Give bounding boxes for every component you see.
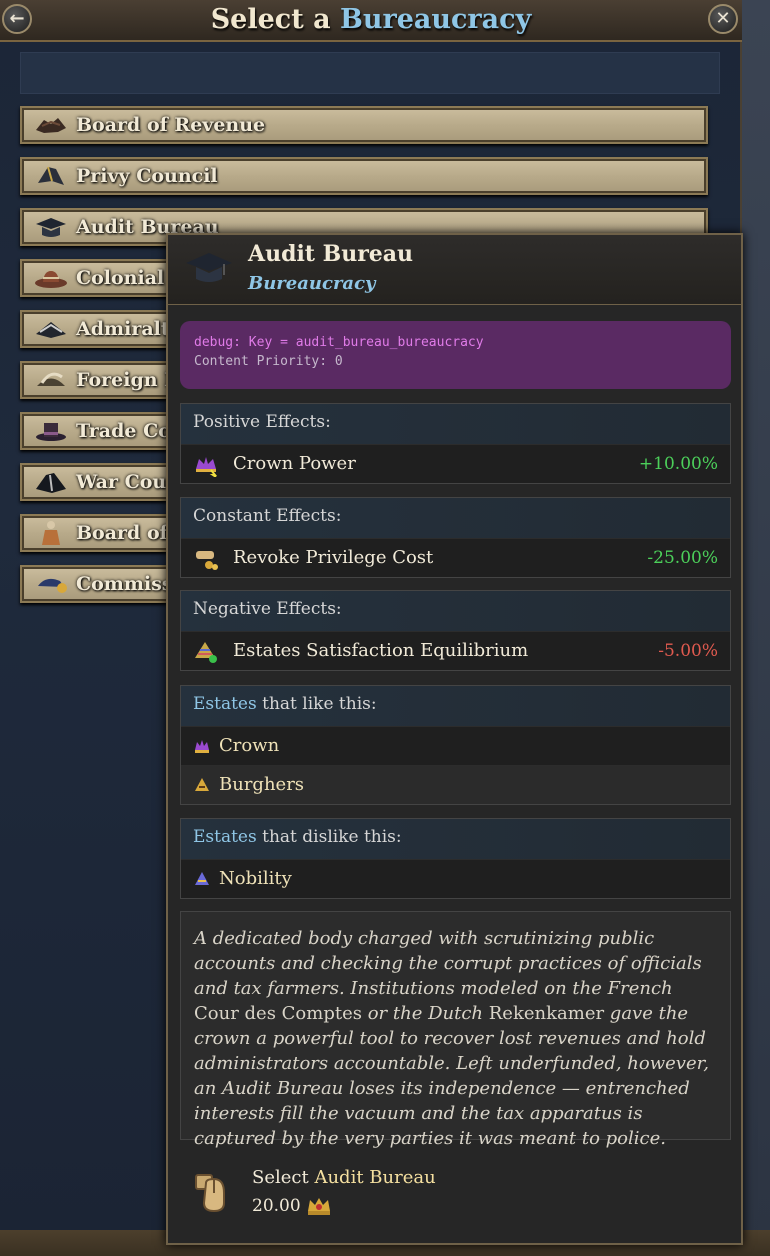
description-term: Cour des Comptes xyxy=(194,1003,362,1024)
debug-priority: Content Priority: 0 xyxy=(194,354,343,369)
estate-row: Nobility xyxy=(181,859,730,898)
description-part: or the Dutch xyxy=(362,1003,489,1024)
admiral-hat-icon xyxy=(36,322,66,338)
list-item-privy-council[interactable]: Privy Council xyxy=(20,157,708,195)
constant-effects-box: Constant Effects: Revoke Privilege Cost … xyxy=(180,497,731,578)
title-prefix: Select a xyxy=(210,4,331,35)
top-hat-icon xyxy=(36,423,66,441)
tooltip-subtitle: Bureaucracy xyxy=(248,273,376,294)
filter-strip xyxy=(20,52,720,94)
bicorn-hat-icon xyxy=(38,166,64,185)
estate-label: Crown xyxy=(219,735,280,756)
plumed-hat-icon xyxy=(36,473,66,493)
cap-icon xyxy=(38,578,67,593)
estates-dislike-box: Estates that dislike this: Nobility xyxy=(180,818,731,899)
estates-like-box: Estates that like this: Crown Burghers xyxy=(180,685,731,805)
mouse-click-icon xyxy=(195,1174,225,1213)
effect-row: Crown Power +10.00% xyxy=(181,444,730,483)
bottle-icon xyxy=(42,521,60,545)
positive-effects-header: Positive Effects: xyxy=(181,404,730,444)
list-item-board-of-revenue[interactable]: Board of Revenue xyxy=(20,106,708,144)
estates-pyramid-icon xyxy=(195,642,217,663)
select-prefix: Select xyxy=(252,1167,309,1188)
effect-label: Revoke Privilege Cost xyxy=(233,547,434,568)
estates-like-text: that like this: xyxy=(262,694,377,714)
description-part: A dedicated body charged with scrutinizi… xyxy=(194,928,702,999)
negative-effects-box: Negative Effects: Estates Satisfaction E… xyxy=(180,590,731,671)
scroll-gold-icon xyxy=(196,551,218,570)
estates-link[interactable]: Estates xyxy=(193,694,257,714)
background-edge xyxy=(742,0,770,1256)
estates-dislike-header: Estates that dislike this: xyxy=(181,819,730,859)
estate-label: Burghers xyxy=(219,774,305,795)
description-text: A dedicated body charged with scrutinizi… xyxy=(180,911,731,1149)
effect-label: Crown Power xyxy=(233,453,356,474)
estates-link[interactable]: Estates xyxy=(193,827,257,847)
effect-row: Estates Satisfaction Equilibrium -5.00% xyxy=(181,631,730,670)
select-name: Audit Bureau xyxy=(314,1167,436,1188)
description-term: Rekenkamer xyxy=(488,1003,605,1024)
effect-value: -5.00% xyxy=(658,641,718,661)
list-item-label: Board of Revenue xyxy=(76,114,266,136)
debug-panel: debug: Key = audit_bureau_bureaucracy Co… xyxy=(180,321,731,389)
estate-row: Crown xyxy=(181,726,730,765)
feathered-hat-icon xyxy=(37,372,65,386)
wide-brim-hat-icon xyxy=(35,271,67,288)
page-title: Select a Bureaucracy xyxy=(0,4,742,35)
crown-power-icon xyxy=(196,457,218,477)
crown-cost-icon xyxy=(308,1198,330,1215)
positive-effects-box: Positive Effects: Crown Power +10.00% xyxy=(180,403,731,484)
description-part: gave the crown a powerful tool to recove… xyxy=(194,1003,709,1149)
select-label: Select Audit Bureau xyxy=(252,1167,436,1188)
mortarboard-icon xyxy=(186,253,232,282)
estates-like-header: Estates that like this: xyxy=(181,686,730,726)
list-item-label: Admiralty xyxy=(76,318,181,340)
effect-label: Estates Satisfaction Equilibrium xyxy=(233,640,529,661)
estate-label: Nobility xyxy=(219,868,292,889)
effect-value: -25.00% xyxy=(647,548,718,568)
debug-key: debug: Key = audit_bureau_bureaucracy xyxy=(194,335,484,350)
close-button[interactable]: ✕ xyxy=(708,4,738,34)
nobility-estate-icon xyxy=(195,872,209,885)
close-icon: ✕ xyxy=(715,8,731,29)
estate-row: Burghers xyxy=(181,765,730,804)
list-item-label: War Coun xyxy=(76,471,181,493)
list-item-label: Privy Council xyxy=(76,165,218,187)
crown-estate-icon xyxy=(195,740,209,753)
select-cost: 20.00 xyxy=(252,1196,301,1216)
select-action[interactable]: Select Audit Bureau 20.00 xyxy=(192,1165,732,1225)
tooltip-header: Audit Bureau Bureaucracy xyxy=(168,235,741,305)
constant-effects-header: Constant Effects: xyxy=(181,498,730,538)
effect-value: +10.00% xyxy=(638,454,718,474)
title-accent: Bureaucracy xyxy=(340,4,532,35)
estates-dislike-text: that dislike this: xyxy=(262,827,402,847)
negative-effects-header: Negative Effects: xyxy=(181,591,730,631)
bureaucracy-tooltip: Audit Bureau Bureaucracy debug: Key = au… xyxy=(166,233,743,1245)
burghers-estate-icon xyxy=(195,778,209,791)
effect-row: Revoke Privilege Cost -25.00% xyxy=(181,538,730,577)
tricorn-hat-icon xyxy=(36,118,66,133)
mortarboard-icon xyxy=(36,218,66,237)
title-bar: ← Select a Bureaucracy ✕ xyxy=(0,0,742,42)
tooltip-title: Audit Bureau xyxy=(248,241,414,267)
